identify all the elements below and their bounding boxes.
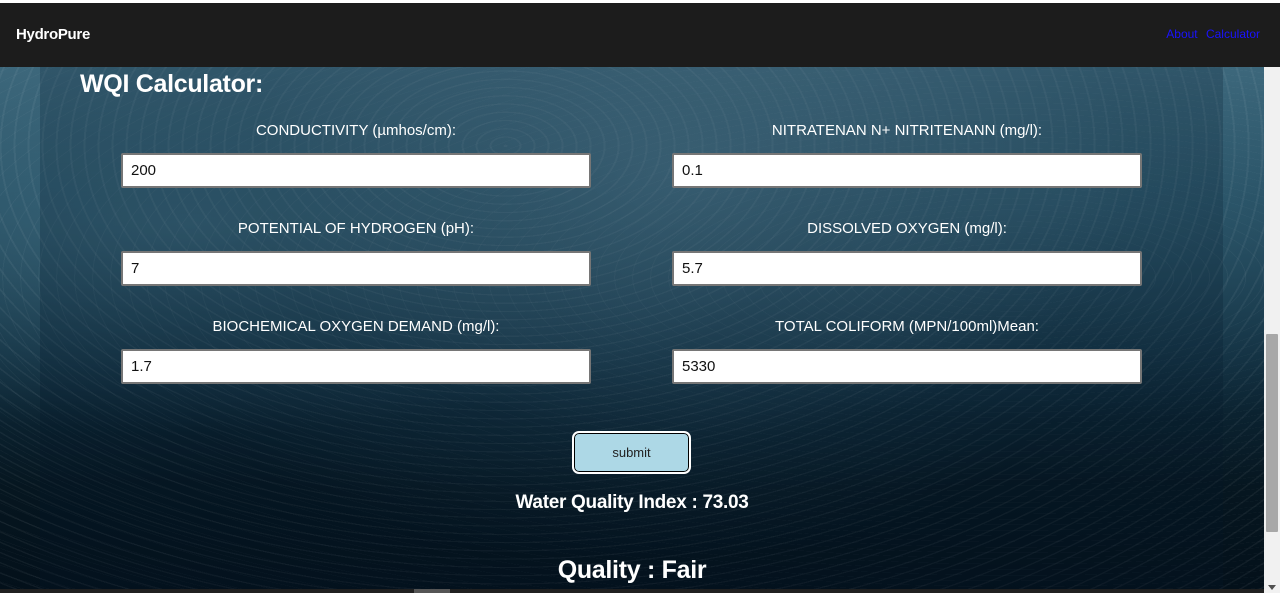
vertical-scrollbar[interactable]: [1264, 67, 1280, 593]
bottom-edge: [0, 589, 1264, 593]
nitrate-nitrite-input[interactable]: [672, 153, 1142, 188]
nav-links: About Calculator: [1161, 27, 1260, 41]
dissolved-oxygen-input[interactable]: [672, 251, 1142, 286]
nav-link-about[interactable]: About: [1166, 27, 1197, 41]
quality-result-text: Quality : Fair: [557, 556, 707, 584]
total-coliform-input[interactable]: [672, 349, 1142, 384]
page-title: WQI Calculator:: [80, 70, 264, 98]
brand-logo[interactable]: HydroPure: [16, 26, 90, 43]
nav-link-calculator[interactable]: Calculator: [1206, 27, 1260, 41]
bod-input[interactable]: [121, 349, 591, 384]
bod-label: BIOCHEMICAL OXYGEN DEMAND (mg/l):: [212, 318, 500, 335]
navbar: HydroPure About Calculator: [0, 3, 1280, 67]
bottom-edge-tab: [414, 589, 450, 593]
submit-button[interactable]: submit: [572, 431, 691, 474]
wqi-result-text: Water Quality Index : 73.03: [515, 492, 749, 513]
page: HydroPure About Calculator WQI Calculato…: [0, 0, 1280, 593]
scroll-down-arrow-icon[interactable]: [1268, 585, 1276, 590]
ph-input[interactable]: [121, 251, 591, 286]
total-coliform-label: TOTAL COLIFORM (MPN/100ml)Mean:: [775, 318, 1039, 335]
scrollbar-thumb[interactable]: [1266, 334, 1278, 532]
conductivity-label: CONDUCTIVITY (µmhos/cm):: [255, 122, 457, 139]
dissolved-oxygen-label: DISSOLVED OXYGEN (mg/l):: [807, 220, 1007, 237]
ph-label: POTENTIAL OF HYDROGEN (pH):: [237, 220, 475, 237]
conductivity-input[interactable]: [121, 153, 591, 188]
nitrate-nitrite-label: NITRATENAN N+ NITRITENANN (mg/l):: [771, 122, 1043, 139]
